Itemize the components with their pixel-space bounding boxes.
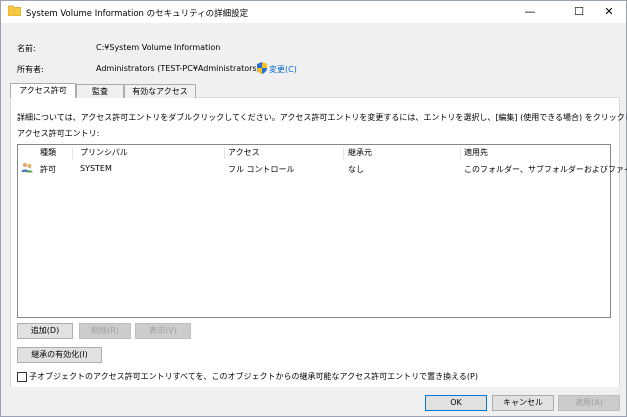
entries-label: アクセス許可エントリ: [17,129,100,138]
ok-button[interactable]: OK [425,395,487,411]
tab-effective-access[interactable]: 有効なアクセス [124,84,196,98]
entry-type: 許可 [40,165,56,174]
column-divider[interactable] [460,147,461,159]
maximize-button[interactable]: ☐ [563,1,595,23]
column-divider[interactable] [224,147,225,159]
users-icon [21,162,33,173]
title-bar: System Volume Information のセキュリティの詳細設定 —… [1,1,626,23]
tab-auditing[interactable]: 監査 [76,84,124,98]
replace-child-permissions-label[interactable]: 子オブジェクトのアクセス許可エントリすべてを、このオブジェクトからの継承可能なア… [29,371,478,382]
entry-principal: SYSTEM [80,164,112,173]
view-button[interactable]: 表示(V) [135,323,191,339]
advanced-security-settings-window: System Volume Information のセキュリティの詳細設定 —… [0,0,627,417]
apply-button[interactable]: 適用(A) [558,395,620,411]
add-button[interactable]: 追加(D) [17,323,73,339]
folder-icon [8,5,21,16]
column-header-type[interactable]: 種類 [40,146,56,160]
column-header-principal[interactable]: プリンシパル [80,146,128,160]
tab-permissions[interactable]: アクセス許可 [10,83,76,98]
remove-button[interactable]: 削除(R) [79,323,131,339]
instructions-text: 詳細については、アクセス許可エントリをダブルクリックしてください。アクセス許可エ… [17,113,627,122]
entry-inherited-from: なし [348,165,364,174]
replace-child-permissions-checkbox[interactable] [17,372,27,382]
uac-shield-icon [257,62,267,74]
window-title: System Volume Information のセキュリティの詳細設定 [26,9,249,19]
column-divider[interactable] [72,147,73,159]
column-header-access[interactable]: アクセス [228,146,260,160]
minimize-button[interactable]: — [514,1,546,23]
name-label: 名前: [17,44,36,53]
permission-entries-list[interactable]: 種類 プリンシパル アクセス 継承元 適用先 許可 SYSTEM フル コントロ… [17,144,627,318]
object-name-value: C:¥System Volume Information [96,43,221,52]
entry-applies-to: このフォルダー、サブフォルダーおよびファイル [464,165,627,174]
dialog-footer: OK キャンセル 適用(A) [1,387,626,416]
column-header-applies-to[interactable]: 適用先 [464,146,488,160]
entry-access: フル コントロール [228,165,295,174]
column-divider[interactable] [343,147,344,159]
owner-value: Administrators (TEST-PC¥Administrators) [96,64,260,73]
enable-inheritance-button[interactable]: 継承の有効化(I) [17,347,102,363]
cancel-button[interactable]: キャンセル [492,395,554,411]
change-owner-link[interactable]: 変更(C) [269,64,297,75]
close-button[interactable]: ✕ [593,1,625,23]
owner-label: 所有者: [17,65,44,74]
column-header-inherited-from[interactable]: 継承元 [348,146,372,160]
